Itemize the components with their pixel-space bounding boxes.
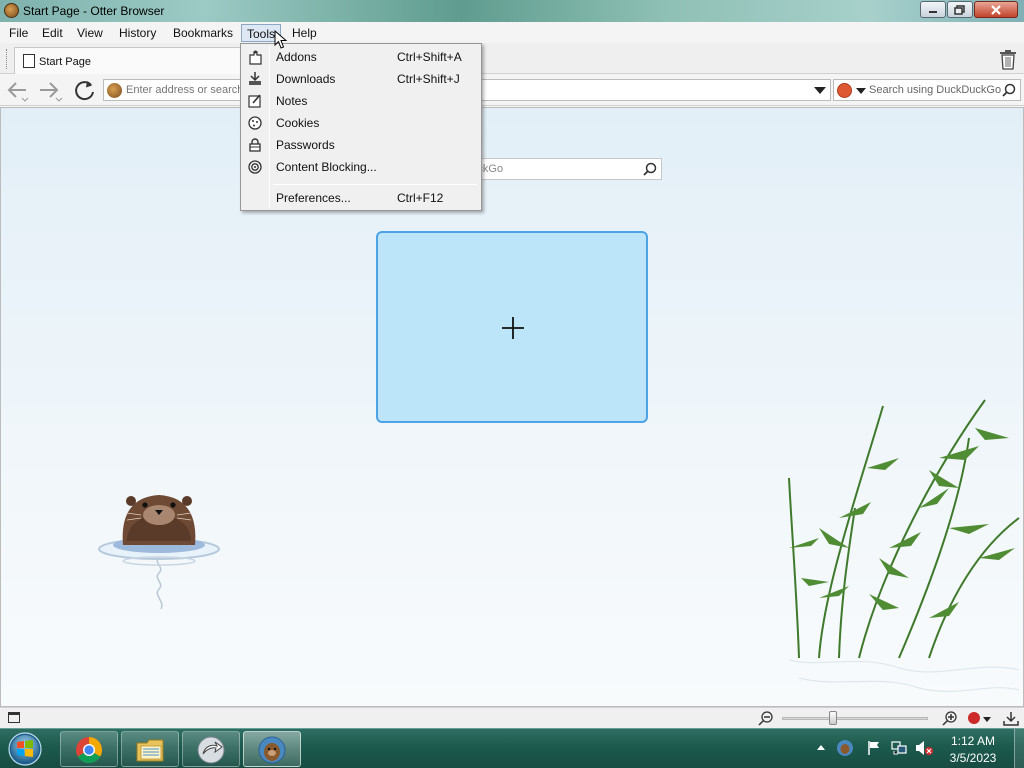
address-history-dropdown[interactable]: [814, 87, 826, 94]
address-placeholder: Enter address or search...: [126, 84, 253, 96]
forward-button[interactable]: [36, 78, 63, 102]
notes-icon: [248, 94, 261, 108]
sidebar-toggle-icon[interactable]: [8, 712, 20, 723]
show-hidden-icons-icon[interactable]: [816, 743, 826, 753]
taskbar-otter-browser-button[interactable]: [243, 731, 301, 767]
content-blocking-dropdown[interactable]: [983, 717, 991, 722]
zoom-slider-thumb[interactable]: [829, 711, 837, 725]
cookies-icon: [248, 116, 262, 130]
close-button[interactable]: [974, 1, 1018, 18]
otter-tray-icon[interactable]: [836, 739, 854, 757]
close-icon: [991, 4, 1001, 15]
reeds-decoration-image: [788, 399, 1020, 692]
menu-item-label: Preferences...: [276, 191, 351, 205]
browser-window: Start Page - Otter Browser File Edit Vie…: [0, 0, 1024, 728]
speed-dial-add-tile[interactable]: [376, 231, 648, 423]
trash-icon: [1000, 50, 1016, 70]
downloads-icon: [249, 72, 261, 85]
taskbar: 1:12 AM 3/5/2023: [0, 728, 1024, 768]
back-button[interactable]: [4, 78, 30, 102]
minimize-button[interactable]: [920, 1, 946, 18]
menu-item-label: Cookies: [276, 116, 320, 130]
menu-separator: [273, 184, 477, 185]
otter-mascot-image: [98, 495, 220, 610]
chrome-icon: [76, 737, 103, 764]
otter-app-icon: [4, 3, 19, 18]
clock-date[interactable]: 3/5/2023: [938, 751, 1008, 765]
taskbar-chrome-button[interactable]: [60, 731, 118, 767]
menu-item-notes[interactable]: Notes: [243, 90, 479, 112]
mouse-cursor-icon: [274, 30, 288, 49]
menu-file[interactable]: File: [4, 24, 33, 42]
menu-bar: File Edit View History Bookmarks Tools H…: [0, 22, 1024, 43]
minimize-icon: [929, 10, 937, 13]
menu-item-label: Addons: [276, 50, 317, 64]
windows-start-icon: [8, 732, 42, 766]
zoom-slider-track[interactable]: [782, 717, 928, 720]
volume-muted-icon[interactable]: [914, 739, 934, 757]
menu-item-downloads[interactable]: Downloads Ctrl+Shift+J: [243, 68, 479, 90]
tab-label: Start Page: [39, 56, 91, 68]
start-button[interactable]: [4, 731, 46, 767]
navigation-toolbar: Enter address or search... Search using …: [0, 74, 1024, 106]
tools-menu: Addons Ctrl+Shift+A Downloads Ctrl+Shift…: [240, 43, 482, 211]
network-icon[interactable]: [890, 739, 908, 757]
search-icon[interactable]: [1002, 83, 1016, 97]
zoom-out-icon[interactable]: [758, 710, 774, 726]
restore-icon: [954, 4, 965, 15]
search-placeholder: Search using DuckDuckGo: [869, 84, 1002, 96]
otter-browser-icon: [258, 736, 286, 764]
taskbar-file-explorer-button[interactable]: [121, 731, 179, 767]
menu-view[interactable]: View: [72, 24, 108, 42]
show-desktop-button[interactable]: [1014, 729, 1024, 768]
reload-button[interactable]: [72, 78, 98, 102]
menu-item-passwords[interactable]: Passwords: [243, 134, 479, 156]
menu-item-label: Passwords: [276, 138, 335, 152]
content-blocking-icon: [248, 160, 262, 174]
status-bar: [0, 707, 1024, 728]
transfers-icon[interactable]: [1003, 711, 1019, 727]
otter-favicon-icon: [107, 83, 122, 98]
action-center-flag-icon[interactable]: [866, 740, 882, 756]
menu-bookmarks[interactable]: Bookmarks: [168, 24, 238, 42]
clock-time[interactable]: 1:12 AM: [938, 734, 1008, 748]
zoom-in-icon[interactable]: [942, 710, 958, 726]
menu-item-preferences[interactable]: Preferences... Ctrl+F12: [243, 187, 479, 209]
search-field[interactable]: Search using DuckDuckGo: [833, 79, 1021, 101]
search-engine-dropdown[interactable]: [856, 88, 866, 94]
addons-icon: [249, 50, 262, 65]
plus-icon: [502, 317, 524, 339]
page-icon: [23, 54, 35, 68]
forward-arrow-icon: [40, 82, 63, 102]
duckduckgo-icon: [837, 83, 852, 98]
maximize-button[interactable]: [947, 1, 973, 18]
menu-item-cookies[interactable]: Cookies: [243, 112, 479, 134]
lock-icon: [249, 138, 261, 152]
tab-bar: Start Page: [0, 43, 1024, 74]
tab-start-page[interactable]: Start Page: [14, 47, 242, 74]
menu-item-label: Notes: [276, 94, 308, 108]
file-explorer-icon: [136, 739, 164, 762]
toolbar-grip[interactable]: [6, 49, 9, 69]
content-blocking-status-icon[interactable]: [968, 712, 980, 724]
menu-item-label: Content Blocking...: [276, 160, 377, 174]
menu-history[interactable]: History: [114, 24, 161, 42]
title-bar: Start Page - Otter Browser: [0, 0, 1024, 22]
back-arrow-icon: [7, 82, 29, 102]
reload-icon: [75, 81, 94, 101]
menu-edit[interactable]: Edit: [37, 24, 68, 42]
app-arrow-icon: [197, 736, 225, 764]
menu-item-shortcut: Ctrl+Shift+A: [397, 50, 462, 64]
menu-item-content-blocking[interactable]: Content Blocking...: [243, 156, 479, 178]
window-title: Start Page - Otter Browser: [23, 4, 165, 18]
menu-item-shortcut: Ctrl+Shift+J: [397, 72, 460, 86]
start-page-content: Search using DuckDuckGo: [0, 107, 1024, 707]
menu-item-shortcut: Ctrl+F12: [397, 191, 444, 205]
taskbar-app-button[interactable]: [182, 731, 240, 767]
menu-item-label: Downloads: [276, 72, 336, 86]
menu-help[interactable]: Help: [287, 24, 322, 42]
search-icon[interactable]: [643, 162, 657, 176]
closed-tabs-trash-button[interactable]: [996, 47, 1020, 71]
